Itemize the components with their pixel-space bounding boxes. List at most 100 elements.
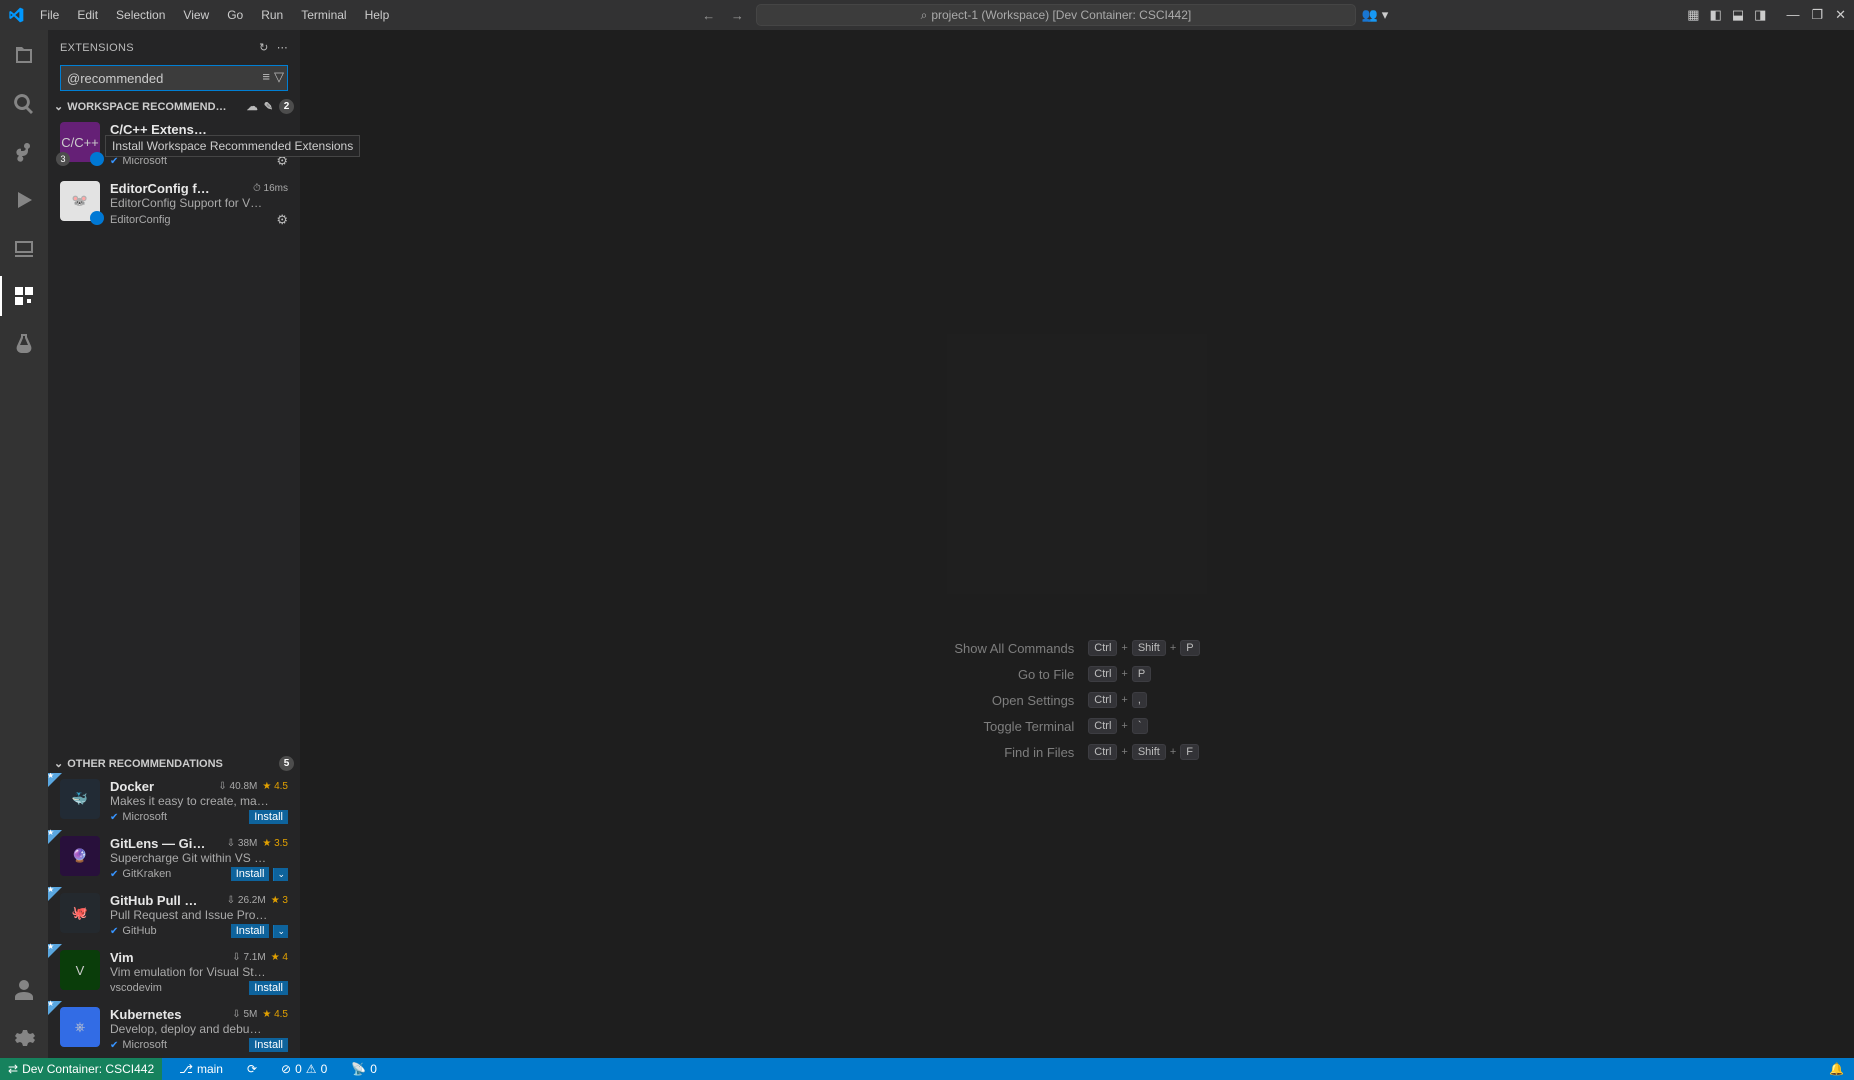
welcome-shortcuts: Show All CommandsCtrl+Shift+PGo to FileC… bbox=[954, 640, 1199, 760]
chevron-down-icon: ⌄ bbox=[54, 757, 63, 770]
extension-description: Vim emulation for Visual St… bbox=[110, 965, 288, 979]
menu-bar: FileEditSelectionViewGoRunTerminalHelp bbox=[32, 4, 397, 26]
extension-item[interactable]: ★ 🐙 GitHub Pull …26.2M★ 3 Pull Request a… bbox=[48, 887, 300, 944]
extension-icon: ⎈ bbox=[60, 1007, 100, 1047]
extension-item[interactable]: ★ 🔮 GitLens — Gi…38M★ 3.5 Supercharge Gi… bbox=[48, 830, 300, 887]
restore-icon[interactable]: ❐ bbox=[1811, 7, 1823, 23]
nav-forward-icon[interactable]: → bbox=[725, 8, 750, 23]
extension-description: Supercharge Git within VS … bbox=[110, 851, 288, 865]
status-branch[interactable]: ⎇ main bbox=[172, 1062, 230, 1076]
cloud-install-icon[interactable]: ☁ bbox=[247, 100, 258, 113]
status-remote[interactable]: ⇄ Dev Container: CSCI442 bbox=[0, 1058, 162, 1080]
sync-icon: ⟳ bbox=[247, 1062, 257, 1076]
extension-search-input[interactable] bbox=[60, 65, 288, 91]
menu-help[interactable]: Help bbox=[357, 4, 398, 26]
activity-accounts[interactable] bbox=[0, 970, 48, 1010]
status-ports[interactable]: 📡0 bbox=[344, 1062, 384, 1076]
branch-icon: ⎇ bbox=[179, 1062, 193, 1076]
install-dropdown-icon[interactable]: ⌄ bbox=[273, 925, 288, 938]
welcome-command-label: Find in Files bbox=[954, 745, 1074, 760]
panel-left-icon[interactable]: ◧ bbox=[1710, 7, 1722, 23]
welcome-keycombo: Ctrl+Shift+F bbox=[1088, 744, 1199, 760]
edit-icon[interactable]: ✎ bbox=[264, 100, 273, 113]
editor-area: Show All CommandsCtrl+Shift+PGo to FileC… bbox=[300, 30, 1854, 1058]
extension-name: GitHub Pull … bbox=[110, 893, 197, 908]
menu-edit[interactable]: Edit bbox=[69, 4, 106, 26]
count-badge: 2 bbox=[279, 99, 294, 114]
extension-icon: V bbox=[60, 950, 100, 990]
title-right-icons: ▦ ◧ ⬓ ◨ — ❐ ✕ bbox=[1687, 7, 1846, 23]
layout-customize-icon[interactable]: ▦ bbox=[1687, 7, 1699, 23]
extension-icon: 🐭 bbox=[60, 181, 100, 221]
welcome-command-label: Open Settings bbox=[954, 693, 1074, 708]
filter-icon[interactable]: ▽ bbox=[274, 69, 284, 85]
activity-source-control[interactable] bbox=[0, 132, 48, 172]
close-icon[interactable]: ✕ bbox=[1835, 7, 1846, 23]
activity-extensions[interactable] bbox=[0, 276, 48, 316]
welcome-command-label: Toggle Terminal bbox=[954, 719, 1074, 734]
nav-back-icon[interactable]: ← bbox=[696, 8, 721, 23]
menu-selection[interactable]: Selection bbox=[108, 4, 173, 26]
sidebar-title: EXTENSIONS bbox=[60, 42, 134, 54]
extension-name: Kubernetes bbox=[110, 1007, 182, 1022]
extension-item[interactable]: ★ ⎈ Kubernetes5M★ 4.5 Develop, deploy an… bbox=[48, 1001, 300, 1058]
welcome-command-label: Go to File bbox=[954, 667, 1074, 682]
extension-name: Docker bbox=[110, 779, 154, 794]
refresh-icon[interactable]: ↻ bbox=[259, 41, 269, 54]
workspace-recommend-section[interactable]: ⌄ WORKSPACE RECOMMEND… ☁ ✎ 2 bbox=[48, 97, 300, 116]
activity-explorer[interactable] bbox=[0, 36, 48, 76]
install-button[interactable]: Install bbox=[231, 924, 270, 938]
extension-name: EditorConfig for V… bbox=[110, 181, 210, 196]
command-center-text: project-1 (Workspace) [Dev Container: CS… bbox=[931, 8, 1191, 22]
vscode-logo-icon bbox=[8, 7, 24, 23]
welcome-keycombo: Ctrl+, bbox=[1088, 692, 1199, 708]
welcome-keycombo: Ctrl+P bbox=[1088, 666, 1199, 682]
status-problems[interactable]: ⊘0 ⚠0 bbox=[274, 1062, 334, 1076]
activity-search[interactable] bbox=[0, 84, 48, 124]
verified-icon: ✔ bbox=[110, 156, 118, 167]
menu-go[interactable]: Go bbox=[219, 4, 251, 26]
other-recommend-section[interactable]: ⌄ OTHER RECOMMENDATIONS 5 bbox=[48, 754, 300, 773]
panel-bottom-icon[interactable]: ⬓ bbox=[1732, 7, 1744, 23]
install-button[interactable]: Install bbox=[249, 981, 288, 995]
more-actions-icon[interactable]: ⋯ bbox=[277, 41, 288, 54]
activity-remote[interactable] bbox=[0, 228, 48, 268]
verified-icon: ✔ bbox=[110, 812, 118, 823]
minimize-icon[interactable]: — bbox=[1786, 7, 1799, 23]
activity-run-debug[interactable] bbox=[0, 180, 48, 220]
activity-settings[interactable] bbox=[0, 1018, 48, 1058]
notifications-icon[interactable]: 🔔 bbox=[1829, 1062, 1844, 1076]
menu-file[interactable]: File bbox=[32, 4, 67, 26]
verified-icon: ✔ bbox=[110, 1040, 118, 1051]
extension-publisher: GitKraken bbox=[122, 868, 171, 880]
clear-icon[interactable]: ≡ bbox=[262, 69, 270, 85]
warning-icon: ⚠ bbox=[306, 1062, 317, 1076]
extension-item[interactable]: ★ 🐳 Docker40.8M★ 4.5 Makes it easy to cr… bbox=[48, 773, 300, 830]
verified-icon: ✔ bbox=[110, 869, 118, 880]
extension-item[interactable]: ★ V Vim7.1M★ 4 Vim emulation for Visual … bbox=[48, 944, 300, 1001]
welcome-command-label: Show All Commands bbox=[954, 641, 1074, 656]
activity-testing[interactable] bbox=[0, 324, 48, 364]
extension-publisher: EditorConfig bbox=[110, 214, 171, 226]
status-sync[interactable]: ⟳ bbox=[240, 1062, 264, 1076]
nav-arrows: ← → bbox=[696, 8, 750, 23]
extension-description: Makes it easy to create, ma… bbox=[110, 794, 288, 808]
extension-publisher: Microsoft bbox=[122, 1039, 167, 1051]
install-dropdown-icon[interactable]: ⌄ bbox=[273, 868, 288, 881]
error-icon: ⊘ bbox=[281, 1062, 291, 1076]
install-button[interactable]: Install bbox=[231, 867, 270, 881]
extension-publisher: GitHub bbox=[122, 925, 156, 937]
gear-icon[interactable]: ⚙ bbox=[276, 212, 288, 228]
command-center[interactable]: ⌕ project-1 (Workspace) [Dev Container: … bbox=[756, 4, 1356, 26]
chevron-down-icon: ⌄ bbox=[54, 100, 63, 113]
menu-terminal[interactable]: Terminal bbox=[293, 4, 354, 26]
copilot-icon[interactable]: 👥 ▾ bbox=[1362, 7, 1388, 23]
search-icon: ⌕ bbox=[921, 8, 928, 23]
install-button[interactable]: Install bbox=[249, 810, 288, 824]
menu-view[interactable]: View bbox=[175, 4, 217, 26]
menu-run[interactable]: Run bbox=[253, 4, 291, 26]
install-button[interactable]: Install bbox=[249, 1038, 288, 1052]
count-badge: 5 bbox=[279, 756, 294, 771]
extension-item[interactable]: 🐭 EditorConfig for V…⏱ 16ms EditorConfig… bbox=[48, 175, 300, 234]
panel-right-icon[interactable]: ◨ bbox=[1754, 7, 1766, 23]
